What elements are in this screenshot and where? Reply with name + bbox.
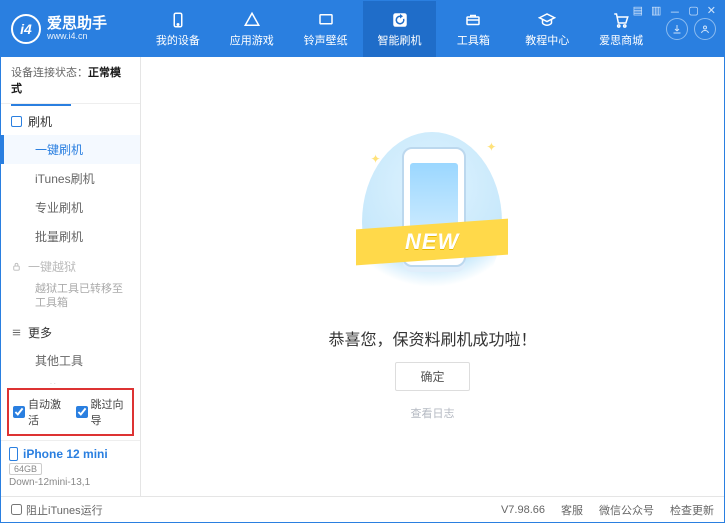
chk-block-itunes[interactable]: 阻止iTunes运行 bbox=[11, 502, 103, 518]
confirm-button[interactable]: 确定 bbox=[395, 362, 469, 391]
nav-store[interactable]: 爱思商城 bbox=[584, 1, 658, 57]
sidebar-sec-title: 刷机 bbox=[28, 113, 52, 130]
jailbreak-note: 越狱工具已转移至工具箱 bbox=[35, 282, 130, 311]
sidebar-item-batch[interactable]: 批量刷机 bbox=[1, 222, 140, 251]
nav-toolbox[interactable]: 工具箱 bbox=[436, 1, 510, 57]
wechat-link[interactable]: 微信公众号 bbox=[599, 502, 654, 518]
apps-icon bbox=[243, 11, 261, 29]
nav-tabs: 我的设备 应用游戏 铃声壁纸 智能刷机 工具箱 教程中心 bbox=[141, 1, 658, 57]
sidebar-sec-title: 更多 bbox=[28, 324, 52, 341]
nav-label: 爱思商城 bbox=[599, 32, 643, 48]
sidebar: 设备连接状态：正常模式 刷机 一键刷机 iTunes刷机 专业刷机 批量刷机 一… bbox=[1, 57, 141, 496]
cart-icon bbox=[612, 11, 630, 29]
title-bar: ▤ ▥ － ▢ ✕ i4 爱思助手 www.i4.cn 我的设备 应用游戏 bbox=[1, 1, 724, 57]
sidebar-item-one-click[interactable]: 一键刷机 bbox=[1, 135, 140, 164]
nav-ringtones[interactable]: 铃声壁纸 bbox=[289, 1, 363, 57]
sidebar-item-itunes[interactable]: iTunes刷机 bbox=[1, 164, 140, 193]
nav-label: 铃声壁纸 bbox=[304, 32, 348, 48]
wallpaper-icon bbox=[317, 11, 335, 29]
sidebar-item-other-tools[interactable]: 其他工具 bbox=[1, 346, 140, 375]
nav-label: 应用游戏 bbox=[230, 32, 274, 48]
account-button[interactable] bbox=[694, 18, 716, 40]
sidebar-bottom: 自动激活 跳过向导 iPhone 12 mini 64GB Down-12min… bbox=[1, 384, 140, 496]
nav-smart-flash[interactable]: 智能刷机 bbox=[363, 1, 437, 57]
device-phone-icon bbox=[9, 447, 18, 461]
body: 设备连接状态：正常模式 刷机 一键刷机 iTunes刷机 专业刷机 批量刷机 一… bbox=[1, 57, 724, 496]
support-link[interactable]: 客服 bbox=[561, 502, 583, 518]
chk-auto-activate-input[interactable] bbox=[13, 406, 25, 418]
phone-icon bbox=[169, 11, 187, 29]
sidebar-sec-flash[interactable]: 刷机 bbox=[1, 106, 140, 135]
graduation-icon bbox=[538, 11, 556, 29]
window-min-icon[interactable]: － bbox=[666, 4, 683, 20]
success-message: 恭喜您，保资料刷机成功啦！ bbox=[328, 326, 536, 350]
nav-label: 我的设备 bbox=[156, 32, 200, 48]
menu-icon bbox=[11, 327, 22, 338]
download-icon bbox=[671, 23, 683, 35]
ribbon-text: NEW bbox=[405, 229, 459, 255]
window-max-icon[interactable]: ▢ bbox=[685, 4, 701, 20]
refresh-icon bbox=[391, 11, 409, 29]
sidebar-item-download-firmware[interactable]: 下载固件 bbox=[1, 375, 140, 384]
flash-icon bbox=[11, 116, 22, 127]
view-log-link[interactable]: 查看日志 bbox=[328, 405, 536, 421]
brand-logo-icon: i4 bbox=[11, 14, 41, 44]
nav-apps-games[interactable]: 应用游戏 bbox=[215, 1, 289, 57]
device-storage: 64GB bbox=[9, 463, 42, 475]
device-name: iPhone 12 mini bbox=[9, 447, 132, 461]
brand-url: www.i4.cn bbox=[47, 32, 107, 42]
download-button[interactable] bbox=[666, 18, 688, 40]
chk-skip-guide-input[interactable] bbox=[76, 406, 88, 418]
sidebar-sec-jailbreak: 一键越狱 bbox=[1, 251, 140, 280]
nav-label: 教程中心 bbox=[525, 32, 569, 48]
sparkle-icon: ✦ bbox=[370, 152, 380, 166]
device-box[interactable]: iPhone 12 mini 64GB Down-12mini-13,1 bbox=[1, 440, 140, 496]
sparkle-icon: ✦ bbox=[486, 140, 496, 154]
user-icon bbox=[699, 23, 711, 35]
nav-label: 智能刷机 bbox=[378, 32, 422, 48]
chk-skip-guide[interactable]: 跳过向导 bbox=[76, 396, 129, 428]
chk-auto-activate[interactable]: 自动激活 bbox=[13, 396, 66, 428]
update-link[interactable]: 检查更新 bbox=[670, 502, 714, 518]
lock-icon bbox=[11, 261, 22, 272]
brand: i4 爱思助手 www.i4.cn bbox=[1, 1, 141, 57]
app-window: ▤ ▥ － ▢ ✕ i4 爱思助手 www.i4.cn 我的设备 应用游戏 bbox=[0, 0, 725, 523]
nav-tutorials[interactable]: 教程中心 bbox=[510, 1, 584, 57]
chk-label: 跳过向导 bbox=[91, 396, 129, 428]
window-close-icon[interactable]: ✕ bbox=[704, 4, 719, 20]
connection-state: 设备连接状态：正常模式 bbox=[1, 57, 140, 104]
device-model: Down-12mini-13,1 bbox=[9, 477, 132, 488]
main-content: ✦ ✦ NEW 恭喜您，保资料刷机成功啦！ 确定 查看日志 bbox=[141, 57, 724, 496]
status-bar: 阻止iTunes运行 V7.98.66 客服 微信公众号 检查更新 bbox=[1, 496, 724, 522]
toolbox-icon bbox=[464, 11, 482, 29]
nav-my-device[interactable]: 我的设备 bbox=[141, 1, 215, 57]
chk-label: 自动激活 bbox=[28, 396, 66, 428]
version-label: V7.98.66 bbox=[501, 504, 545, 516]
brand-title: 爱思助手 bbox=[47, 16, 107, 33]
sidebar-sec-more[interactable]: 更多 bbox=[1, 317, 140, 346]
sidebar-sec-title: 一键越狱 bbox=[28, 258, 76, 275]
success-illustration: ✦ ✦ NEW bbox=[362, 132, 502, 312]
chk-label: 阻止iTunes运行 bbox=[26, 502, 103, 518]
highlighted-checkbox-row: 自动激活 跳过向导 bbox=[7, 388, 134, 436]
chk-block-itunes-input[interactable] bbox=[11, 504, 22, 515]
conn-label: 设备连接状态： bbox=[11, 67, 88, 79]
device-name-text: iPhone 12 mini bbox=[23, 447, 108, 461]
nav-label: 工具箱 bbox=[457, 32, 490, 48]
sidebar-item-pro[interactable]: 专业刷机 bbox=[1, 193, 140, 222]
